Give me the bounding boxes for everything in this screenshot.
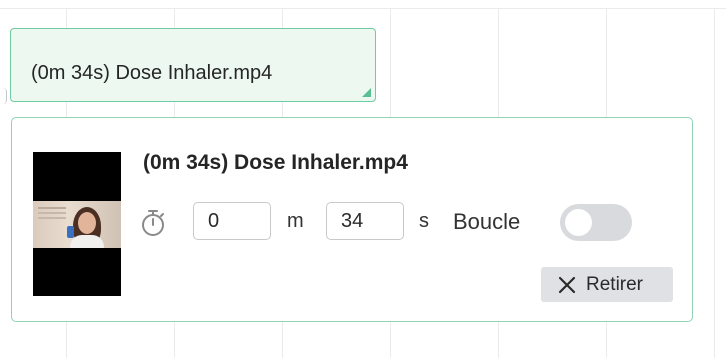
video-thumbnail bbox=[33, 152, 121, 296]
loop-label: Boucle bbox=[453, 209, 521, 234]
close-icon bbox=[558, 276, 576, 294]
frame-person-shirt bbox=[70, 235, 104, 248]
stopwatch-icon bbox=[142, 210, 164, 236]
canvas-top-edge bbox=[0, 0, 726, 8]
resize-grip-icon[interactable] bbox=[362, 88, 371, 97]
remove-button-label: Retirer bbox=[586, 274, 644, 295]
frame-person-face bbox=[78, 212, 96, 234]
frame-inhaler bbox=[67, 226, 74, 238]
frame-caption-lines bbox=[38, 207, 66, 209]
minutes-unit-label: m bbox=[287, 210, 304, 232]
remove-button[interactable]: Retirer bbox=[541, 267, 673, 302]
seconds-input[interactable] bbox=[326, 202, 404, 240]
seconds-unit-label: s bbox=[419, 210, 429, 232]
loop-toggle[interactable] bbox=[560, 204, 632, 241]
media-label-chip[interactable]: (0m 34s) Dose Inhaler.mp4 bbox=[10, 28, 376, 102]
connector-stub bbox=[0, 88, 7, 104]
video-frame bbox=[33, 201, 121, 248]
media-title: (0m 34s) Dose Inhaler.mp4 bbox=[143, 151, 408, 174]
media-edit-card: (0m 34s) Dose Inhaler.mp4 m s Boucle Ret… bbox=[11, 117, 693, 322]
minutes-input[interactable] bbox=[193, 202, 271, 240]
loop-toggle-knob bbox=[565, 209, 592, 236]
media-label-text: (0m 34s) Dose Inhaler.mp4 bbox=[31, 62, 273, 84]
